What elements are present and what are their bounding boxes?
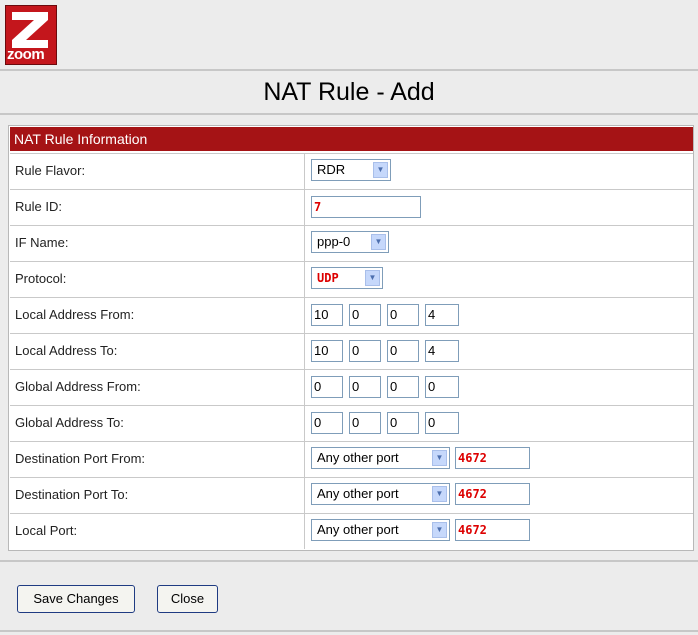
nat-rule-panel: NAT Rule Information Rule Flavor: RDR ▼ … <box>8 125 694 551</box>
logo-text: zoom <box>7 46 45 63</box>
rule-id-input[interactable]: 7 <box>311 196 421 218</box>
destination-port-to-label: Destination Port To: <box>10 478 305 513</box>
zoom-logo: zoom <box>5 5 57 65</box>
global-address-to-octet-3[interactable]: 0 <box>387 412 419 434</box>
buttons-divider <box>0 560 698 562</box>
row-destination-port-from: Destination Port From: Any other port ▼ … <box>10 441 693 477</box>
row-global-address-from: Global Address From: 0 0 0 0 <box>10 369 693 405</box>
global-address-from-label: Global Address From: <box>10 370 305 405</box>
row-if-name: IF Name: ppp-0 ▼ <box>10 225 693 261</box>
destination-port-from-input[interactable]: 4672 <box>455 447 530 469</box>
chevron-down-icon[interactable]: ▼ <box>432 522 447 538</box>
local-address-to-octet-3[interactable]: 0 <box>387 340 419 362</box>
row-global-address-to: Global Address To: 0 0 0 0 <box>10 405 693 441</box>
global-address-to-octet-2[interactable]: 0 <box>349 412 381 434</box>
if-name-label: IF Name: <box>10 226 305 261</box>
local-address-from-label: Local Address From: <box>10 298 305 333</box>
local-port-select-value: Any other port <box>317 522 399 537</box>
local-address-to-octet-1[interactable]: 10 <box>311 340 343 362</box>
local-address-from-octet-1[interactable]: 10 <box>311 304 343 326</box>
row-local-address-from: Local Address From: 10 0 0 4 <box>10 297 693 333</box>
local-port-select[interactable]: Any other port ▼ <box>311 519 450 541</box>
chevron-down-icon[interactable]: ▼ <box>432 450 447 466</box>
rule-flavor-select[interactable]: RDR ▼ <box>311 159 391 181</box>
global-address-to-label: Global Address To: <box>10 406 305 441</box>
rule-id-label: Rule ID: <box>10 190 305 225</box>
title-divider <box>0 113 698 115</box>
local-address-from-octet-4[interactable]: 4 <box>425 304 459 326</box>
chevron-down-icon[interactable]: ▼ <box>373 162 388 178</box>
if-name-select[interactable]: ppp-0 ▼ <box>311 231 389 253</box>
local-address-from-octet-2[interactable]: 0 <box>349 304 381 326</box>
global-address-to-octet-1[interactable]: 0 <box>311 412 343 434</box>
protocol-value: UDP <box>317 271 339 285</box>
global-address-from-octet-1[interactable]: 0 <box>311 376 343 398</box>
destination-port-to-input[interactable]: 4672 <box>455 483 530 505</box>
close-button[interactable]: Close <box>157 585 218 613</box>
save-changes-button[interactable]: Save Changes <box>17 585 135 613</box>
protocol-select[interactable]: UDP ▼ <box>311 267 383 289</box>
chevron-down-icon[interactable]: ▼ <box>432 486 447 502</box>
local-address-to-octet-4[interactable]: 4 <box>425 340 459 362</box>
rule-flavor-value: RDR <box>317 162 346 177</box>
bottom-divider <box>0 630 698 632</box>
rule-flavor-label: Rule Flavor: <box>10 154 305 189</box>
destination-port-from-label: Destination Port From: <box>10 442 305 477</box>
global-address-from-octet-4[interactable]: 0 <box>425 376 459 398</box>
row-protocol: Protocol: UDP ▼ <box>10 261 693 297</box>
destination-port-to-select-value: Any other port <box>317 486 399 501</box>
chevron-down-icon[interactable]: ▼ <box>365 270 380 286</box>
local-address-to-label: Local Address To: <box>10 334 305 369</box>
local-address-to-octet-2[interactable]: 0 <box>349 340 381 362</box>
global-address-from-octet-3[interactable]: 0 <box>387 376 419 398</box>
local-port-label: Local Port: <box>10 514 305 549</box>
row-local-port: Local Port: Any other port ▼ 4672 <box>10 513 693 549</box>
section-header: NAT Rule Information <box>10 127 693 151</box>
top-divider <box>0 69 698 71</box>
protocol-label: Protocol: <box>10 262 305 297</box>
row-local-address-to: Local Address To: 10 0 0 4 <box>10 333 693 369</box>
local-address-from-octet-3[interactable]: 0 <box>387 304 419 326</box>
if-name-value: ppp-0 <box>317 234 351 249</box>
row-destination-port-to: Destination Port To: Any other port ▼ 46… <box>10 477 693 513</box>
chevron-down-icon[interactable]: ▼ <box>371 234 386 250</box>
global-address-to-octet-4[interactable]: 0 <box>425 412 459 434</box>
destination-port-from-select-value: Any other port <box>317 450 399 465</box>
row-rule-id: Rule ID: 7 <box>10 189 693 225</box>
destination-port-to-select[interactable]: Any other port ▼ <box>311 483 450 505</box>
row-rule-flavor: Rule Flavor: RDR ▼ <box>10 153 693 189</box>
page-title: NAT Rule - Add <box>263 78 435 106</box>
local-port-input[interactable]: 4672 <box>455 519 530 541</box>
destination-port-from-select[interactable]: Any other port ▼ <box>311 447 450 469</box>
global-address-from-octet-2[interactable]: 0 <box>349 376 381 398</box>
